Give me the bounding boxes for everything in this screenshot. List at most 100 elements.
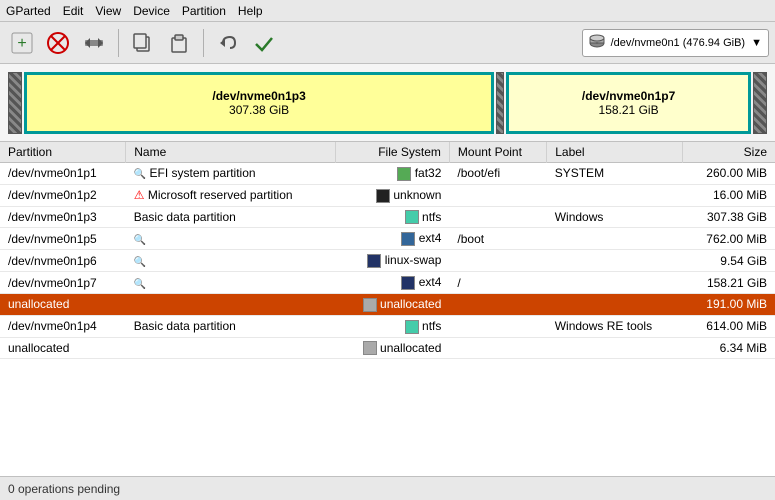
- cell-size: 16.00 MiB: [683, 184, 775, 206]
- partition-table: Partition Name File System Mount Point L…: [0, 142, 775, 476]
- fs-color-block: [363, 341, 377, 355]
- cell-filesystem: fat32: [336, 163, 450, 185]
- cell-mount-point: [449, 206, 546, 228]
- partition-visual: /dev/nvme0n1p3 307.38 GiB /dev/nvme0n1p7…: [0, 64, 775, 142]
- cell-partition: unallocated: [0, 293, 126, 315]
- cell-filesystem: unknown: [336, 184, 450, 206]
- cell-label: Windows RE tools: [547, 315, 683, 337]
- cell-size: 191.00 MiB: [683, 293, 775, 315]
- table-row[interactable]: /dev/nvme0n1p5🔍 ext4/boot762.00 MiB: [0, 228, 775, 250]
- cell-size: 9.54 GiB: [683, 250, 775, 272]
- menu-edit[interactable]: Edit: [63, 4, 84, 18]
- menu-view[interactable]: View: [95, 4, 121, 18]
- col-header-name: Name: [126, 142, 336, 163]
- cell-filesystem: unallocated: [336, 293, 450, 315]
- cell-filesystem: ntfs: [336, 206, 450, 228]
- table-row[interactable]: /dev/nvme0n1p1🔍 EFI system partition fat…: [0, 163, 775, 185]
- cell-partition: /dev/nvme0n1p2: [0, 184, 126, 206]
- cell-name: [126, 337, 336, 359]
- partition-p7-name: /dev/nvme0n1p7: [582, 89, 675, 103]
- cell-filesystem: unallocated: [336, 337, 450, 359]
- cell-name: [126, 293, 336, 315]
- menu-help[interactable]: Help: [238, 4, 263, 18]
- table-row[interactable]: /dev/nvme0n1p3 Basic data partition ntfs…: [0, 206, 775, 228]
- device-selector[interactable]: /dev/nvme0n1 (476.94 GiB) ▼: [582, 29, 769, 57]
- col-header-size: Size: [683, 142, 775, 163]
- cell-label: [547, 337, 683, 359]
- fs-color-block: [363, 298, 377, 312]
- cell-label: [547, 184, 683, 206]
- partition-block-p7[interactable]: /dev/nvme0n1p7 158.21 GiB: [506, 72, 751, 134]
- fs-color-block: [376, 189, 390, 203]
- menu-gparted[interactable]: GParted: [6, 4, 51, 18]
- fs-color-block: [405, 210, 419, 224]
- main-area: Partition Name File System Mount Point L…: [0, 142, 775, 476]
- paste-partition-button[interactable]: [163, 27, 195, 59]
- cell-label: [547, 250, 683, 272]
- cell-partition: /dev/nvme0n1p6: [0, 250, 126, 272]
- table-row[interactable]: /dev/nvme0n1p2⚠ Microsoft reserved parti…: [0, 184, 775, 206]
- fs-color-block: [401, 276, 415, 290]
- partition-p7-size: 158.21 GiB: [599, 103, 659, 117]
- cell-partition: /dev/nvme0n1p4: [0, 315, 126, 337]
- cell-name: 🔍 EFI system partition: [126, 163, 336, 185]
- table-row[interactable]: unallocated unallocated6.34 MiB: [0, 337, 775, 359]
- cell-partition: /dev/nvme0n1p7: [0, 272, 126, 294]
- copy-partition-button[interactable]: [127, 27, 159, 59]
- device-dropdown-icon: ▼: [751, 37, 762, 49]
- disk-stripe-right: [753, 72, 767, 134]
- cell-name: Basic data partition: [126, 315, 336, 337]
- warning-icon: ⚠: [134, 188, 145, 202]
- col-header-label: Label: [547, 142, 683, 163]
- cell-name: 🔍: [126, 228, 336, 250]
- cell-name: 🔍: [126, 272, 336, 294]
- cell-mount-point: [449, 250, 546, 272]
- cell-mount-point: /boot: [449, 228, 546, 250]
- table-row[interactable]: /dev/nvme0n1p4 Basic data partition ntfs…: [0, 315, 775, 337]
- menu-partition[interactable]: Partition: [182, 4, 226, 18]
- partition-p3-size: 307.38 GiB: [229, 103, 289, 117]
- cell-size: 6.34 MiB: [683, 337, 775, 359]
- undo-button[interactable]: [212, 27, 244, 59]
- cell-size: 762.00 MiB: [683, 228, 775, 250]
- resize-partition-button[interactable]: [78, 27, 110, 59]
- table-row[interactable]: /dev/nvme0n1p7🔍 ext4/158.21 GiB: [0, 272, 775, 294]
- partition-p3-name: /dev/nvme0n1p3: [212, 89, 305, 103]
- cell-mount-point: [449, 337, 546, 359]
- col-header-filesystem: File System: [336, 142, 450, 163]
- col-header-mountpoint: Mount Point: [449, 142, 546, 163]
- search-icon: 🔍: [134, 279, 146, 290]
- cell-label: [547, 293, 683, 315]
- cell-mount-point: [449, 293, 546, 315]
- delete-partition-button[interactable]: [42, 27, 74, 59]
- cell-mount-point: /boot/efi: [449, 163, 546, 185]
- svg-text:+: +: [17, 35, 26, 52]
- fs-color-block: [405, 320, 419, 334]
- cell-name: Basic data partition: [126, 206, 336, 228]
- fs-color-block: [367, 254, 381, 268]
- cell-partition: /dev/nvme0n1p3: [0, 206, 126, 228]
- new-partition-button[interactable]: +: [6, 27, 38, 59]
- partition-block-p3[interactable]: /dev/nvme0n1p3 307.38 GiB: [24, 72, 494, 134]
- cell-mount-point: [449, 184, 546, 206]
- operations-pending-text: 0 operations pending: [8, 482, 120, 496]
- cell-partition: /dev/nvme0n1p1: [0, 163, 126, 185]
- statusbar: 0 operations pending: [0, 476, 775, 500]
- device-label: /dev/nvme0n1 (476.94 GiB): [611, 37, 746, 49]
- cell-size: 260.00 MiB: [683, 163, 775, 185]
- cell-label: [547, 228, 683, 250]
- disk-icon: [589, 33, 605, 52]
- menubar: GParted Edit View Device Partition Help: [0, 0, 775, 22]
- search-icon: 🔍: [134, 169, 146, 180]
- cell-size: 307.38 GiB: [683, 206, 775, 228]
- menu-device[interactable]: Device: [133, 4, 170, 18]
- cell-label: SYSTEM: [547, 163, 683, 185]
- table-row[interactable]: /dev/nvme0n1p6🔍 linux-swap9.54 GiB: [0, 250, 775, 272]
- table-row[interactable]: unallocated unallocated 191.00 MiB: [0, 293, 775, 315]
- apply-button[interactable]: [248, 27, 280, 59]
- disk-stripe-mid: [496, 72, 504, 134]
- cell-name: ⚠ Microsoft reserved partition: [126, 184, 336, 206]
- cell-filesystem: ext4: [336, 272, 450, 294]
- toolbar-separator-1: [118, 29, 119, 57]
- fs-color-block: [397, 167, 411, 181]
